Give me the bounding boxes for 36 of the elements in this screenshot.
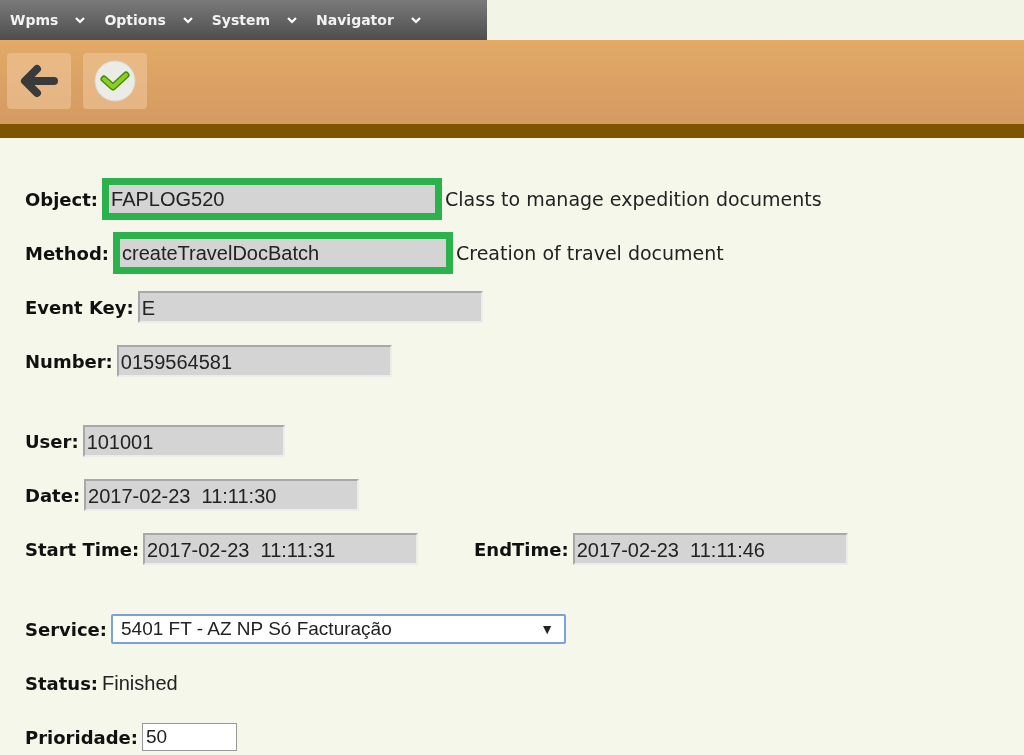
field-label: Number: <box>25 350 113 372</box>
chevron-down-icon <box>409 16 422 24</box>
field-description: Class to manage expedition documents <box>445 188 822 210</box>
chevron-down-icon <box>181 16 194 24</box>
chevron-down-icon <box>286 16 299 24</box>
readonly-field[interactable]: 0159564581 <box>116 345 392 377</box>
menu-item[interactable]: Wpms <box>10 12 87 28</box>
chevron-down-icon <box>74 16 87 24</box>
field-label: Service: <box>25 618 108 640</box>
field-label: Date: <box>25 484 81 506</box>
menu-item[interactable]: Options <box>104 12 194 28</box>
field-label: Method: <box>25 242 109 264</box>
input-field[interactable]: 50 <box>142 723 237 751</box>
field-label: Start Time: <box>25 538 140 560</box>
confirm-button[interactable] <box>83 53 147 109</box>
readonly-field[interactable]: 2017-02-23 11:11:30 <box>84 479 360 511</box>
service-dropdown[interactable]: 5401 FT - AZ NP Só Facturação ▼ <box>111 614 567 644</box>
field-label: EndTime: <box>474 538 569 560</box>
field-label: Status: <box>25 672 99 694</box>
left-arrow-icon <box>18 63 60 99</box>
menu-item[interactable]: System <box>211 12 299 28</box>
field-label: Event Key: <box>25 296 134 318</box>
menu-item[interactable]: Navigator <box>316 12 422 28</box>
readonly-field[interactable]: 2017-02-23 11:11:31 <box>143 533 419 565</box>
field-label: Object: <box>25 188 99 210</box>
field-label: User: <box>25 430 79 452</box>
readonly-field[interactable]: 2017-02-23 11:11:46 <box>572 533 848 565</box>
readonly-field[interactable]: 101001 <box>82 425 285 457</box>
readonly-field[interactable]: E <box>137 291 483 323</box>
status-value: Finished <box>102 671 178 695</box>
back-button[interactable] <box>7 53 71 109</box>
readonly-field[interactable]: FAPLOG520 <box>102 178 443 220</box>
readonly-field[interactable]: createTravelDocBatch <box>113 232 453 274</box>
field-label: Prioridade: <box>25 726 138 748</box>
checkmark-icon <box>93 59 137 103</box>
field-description: Creation of travel document <box>456 242 724 264</box>
